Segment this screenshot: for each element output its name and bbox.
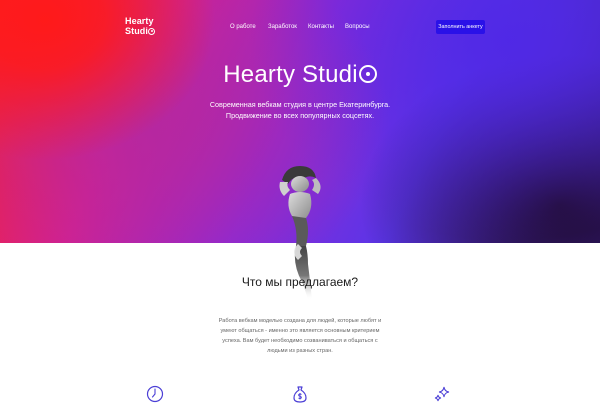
sparkles-icon: [434, 386, 450, 402]
money-bag-icon: [293, 386, 307, 403]
hero-title: Hearty Studi: [0, 61, 600, 89]
hero-subtitle: Современная вебкам студия в центре Екате…: [0, 99, 600, 121]
logo-o-icon: [148, 27, 155, 35]
nav-link-about[interactable]: О работе: [230, 24, 256, 30]
brand-logo-line2: Studi: [125, 26, 148, 36]
hero-title-text: Hearty Studi: [223, 61, 358, 88]
nav-link-earnings[interactable]: Заработок: [268, 24, 297, 30]
section-body: Работа вебкам моделью создана для людей,…: [200, 316, 400, 356]
section-body-line1: Работа вебкам моделью создана для людей,…: [218, 318, 382, 324]
section-body-line3: успеха. Вам будет необходимо созванивать…: [222, 338, 378, 344]
fill-form-button[interactable]: Заполнить анкету: [436, 20, 485, 34]
section-title: Что мы предлагаем?: [241, 275, 359, 289]
nav-link-contacts[interactable]: Контакты: [308, 24, 334, 30]
brand-logo[interactable]: Hearty Studi: [125, 16, 155, 36]
section-body-line2: умеют общаться - именно это является осн…: [220, 328, 380, 334]
title-o-icon: [358, 65, 377, 83]
section-body-line4: людьми из разных стран.: [267, 348, 333, 354]
hero-subtitle-line2: Продвижение во всех популярных соцсетях.: [225, 111, 375, 120]
brand-logo-line1: Hearty: [125, 16, 154, 26]
clock-icon: [146, 385, 164, 403]
nav-link-questions[interactable]: Вопросы: [345, 24, 370, 30]
hero-subtitle-line1: Современная вебкам студия в центре Екате…: [209, 100, 391, 109]
